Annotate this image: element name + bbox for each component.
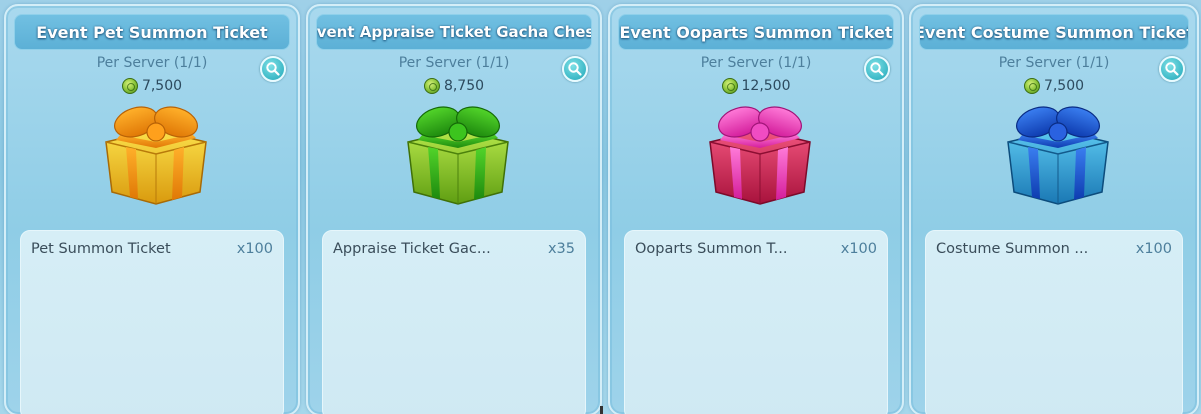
item-list: Pet Summon Ticket x100 bbox=[20, 230, 284, 414]
item-name: Costume Summon ... bbox=[936, 241, 1089, 257]
card-title: Event Costume Summon Ticket bbox=[919, 14, 1189, 50]
purchase-limit: Per Server (1/1) bbox=[700, 55, 812, 71]
magnifier-icon[interactable] bbox=[562, 56, 588, 82]
card-title: Event Pet Summon Ticket bbox=[14, 14, 290, 50]
item-quantity: x100 bbox=[1135, 241, 1172, 257]
price-value: 7,500 bbox=[141, 78, 183, 94]
item-list: Costume Summon ... x100 bbox=[925, 230, 1183, 414]
item-name: Pet Summon Ticket bbox=[31, 241, 171, 257]
green-coin-icon bbox=[721, 78, 738, 94]
green-gift-box-icon bbox=[407, 106, 509, 205]
pink-gift-box-icon bbox=[709, 106, 811, 205]
price: 7,500 bbox=[6, 78, 298, 94]
green-coin-icon bbox=[1023, 78, 1040, 94]
price-value: 7,500 bbox=[1043, 78, 1085, 94]
magnifier-icon[interactable] bbox=[260, 56, 286, 82]
price-value: 8,750 bbox=[443, 78, 485, 94]
item-list: Appraise Ticket Gac... x35 bbox=[322, 230, 586, 414]
price: 7,500 bbox=[911, 78, 1197, 94]
price: 12,500 bbox=[610, 78, 902, 94]
shop-card-ooparts-summon[interactable]: Event Ooparts Summon Ticket Per Server (… bbox=[608, 4, 904, 414]
item-quantity: x100 bbox=[840, 241, 877, 257]
magnifier-icon[interactable] bbox=[1159, 56, 1185, 82]
green-coin-icon bbox=[423, 78, 440, 94]
purchase-limit: Per Server (1/1) bbox=[398, 55, 510, 71]
mouse-cursor-icon bbox=[600, 406, 603, 414]
blue-gift-box-icon bbox=[1007, 106, 1109, 205]
item-quantity: x100 bbox=[236, 241, 273, 257]
purchase-limit: Per Server (1/1) bbox=[998, 55, 1110, 71]
item-name: Appraise Ticket Gac... bbox=[333, 241, 491, 257]
shop-card-row: Event Pet Summon Ticket Per Server (1/1)… bbox=[0, 0, 1201, 414]
green-coin-icon bbox=[121, 78, 138, 94]
shop-card-appraise-gacha[interactable]: Event Appraise Ticket Gacha Chest Per Se… bbox=[306, 4, 602, 414]
card-title: Event Appraise Ticket Gacha Chest bbox=[316, 14, 592, 50]
item-quantity: x35 bbox=[547, 241, 575, 257]
item-name: Ooparts Summon T... bbox=[635, 241, 788, 257]
purchase-limit: Per Server (1/1) bbox=[96, 55, 208, 71]
item-list: Ooparts Summon T... x100 bbox=[624, 230, 888, 414]
magnifier-icon[interactable] bbox=[864, 56, 890, 82]
price: 8,750 bbox=[308, 78, 600, 94]
price-value: 12,500 bbox=[741, 78, 791, 94]
shop-card-pet-summon[interactable]: Event Pet Summon Ticket Per Server (1/1)… bbox=[4, 4, 300, 414]
orange-gift-box-icon bbox=[105, 106, 207, 205]
shop-card-costume-summon[interactable]: Event Costume Summon Ticket Per Server (… bbox=[909, 4, 1199, 414]
card-title: Event Ooparts Summon Ticket bbox=[618, 14, 894, 50]
